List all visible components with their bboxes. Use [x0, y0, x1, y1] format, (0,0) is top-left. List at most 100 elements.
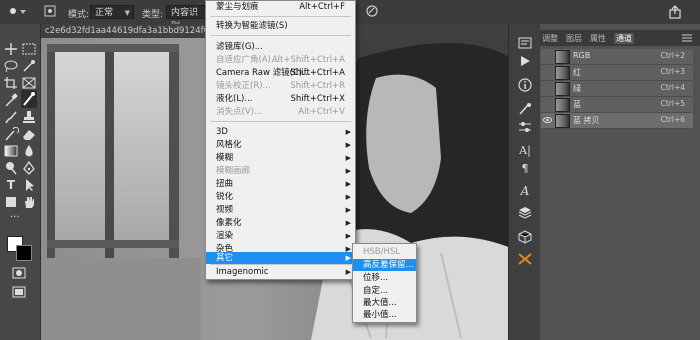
- menu-separator: [210, 35, 351, 36]
- channel-row-green[interactable]: 绿 Ctrl+4: [541, 81, 693, 97]
- tab-channels[interactable]: 通道: [614, 33, 634, 44]
- tab-adjustments[interactable]: 调整: [542, 33, 558, 44]
- history-brush-icon[interactable]: [3, 126, 20, 141]
- glyphs-icon[interactable]: A: [517, 184, 533, 198]
- lasso-tool-icon[interactable]: [3, 59, 19, 73]
- tab-layers[interactable]: 图层: [566, 33, 582, 44]
- eyedropper-icon[interactable]: [3, 93, 19, 107]
- channel-row-red[interactable]: 红 Ctrl+3: [541, 65, 693, 81]
- channel-shortcut: Ctrl+4: [660, 83, 685, 92]
- styles-icon[interactable]: [517, 206, 533, 220]
- submenu-arrow-icon: ▶: [345, 254, 351, 262]
- screen-mode-icon[interactable]: [12, 286, 26, 298]
- menu-item-filter-gallery[interactable]: 滤镜库(G)...: [206, 41, 355, 53]
- submenu-item-hsb-hsl[interactable]: HSB/HSL: [353, 246, 416, 258]
- blur-tool-icon[interactable]: [21, 144, 37, 158]
- submenu-item-maximum[interactable]: 最大值...: [353, 297, 416, 309]
- character-icon[interactable]: A|: [517, 144, 533, 158]
- menu-item-imagenomic[interactable]: Imagenomic ▶: [206, 266, 355, 278]
- tools-presets-icon[interactable]: [517, 252, 533, 266]
- background-color-swatch[interactable]: [16, 245, 32, 261]
- menu-item-vanishing-point[interactable]: 消失点(V)... Alt+Ctrl+V: [206, 106, 355, 118]
- menu-item-dust-scratches[interactable]: 蒙尘与划痕 Alt+Ctrl+F: [206, 1, 355, 13]
- mode-value: 正常: [95, 8, 114, 18]
- channel-row-blue-copy[interactable]: 蓝 拷贝 Ctrl+6: [541, 113, 693, 129]
- menu-separator: [210, 264, 351, 265]
- menu-item-3d[interactable]: 3D ▶: [206, 126, 355, 138]
- 3d-cube-icon[interactable]: [517, 230, 533, 244]
- channel-thumbnail: [555, 82, 570, 96]
- panel-menu-icon[interactable]: [682, 34, 692, 42]
- brush-preset-icon[interactable]: [8, 6, 18, 16]
- channel-name: 红: [573, 68, 581, 77]
- channel-thumbnail: [555, 98, 570, 112]
- channel-shortcut: Ctrl+2: [660, 51, 685, 60]
- play-actions-icon[interactable]: [517, 54, 533, 68]
- history-icon[interactable]: [517, 36, 533, 50]
- type-select[interactable]: 内容识别: [166, 5, 206, 32]
- tab-properties[interactable]: 属性: [590, 33, 606, 44]
- menu-item-blur[interactable]: 模糊 ▶: [206, 152, 355, 164]
- path-select-icon[interactable]: [21, 178, 37, 192]
- menu-item-sharpen[interactable]: 锐化 ▶: [206, 191, 355, 203]
- menu-item-convert-smart-filter[interactable]: 转换为智能滤镜(S): [206, 20, 355, 32]
- spot-healing-icon[interactable]: [21, 90, 37, 108]
- submenu-item-custom[interactable]: 自定...: [353, 285, 416, 297]
- channel-row-rgb[interactable]: RGB Ctrl+2: [541, 49, 693, 65]
- eraser-icon[interactable]: [21, 127, 37, 141]
- menu-item-pixelate[interactable]: 像素化 ▶: [206, 217, 355, 229]
- adjustments-icon[interactable]: [517, 120, 533, 134]
- move-tool-icon[interactable]: [3, 42, 19, 56]
- menu-item-blur-gallery[interactable]: 模糊画廊 ▶: [206, 165, 355, 177]
- clone-stamp-icon[interactable]: [21, 110, 37, 124]
- crop-tool-icon[interactable]: [3, 76, 19, 90]
- ellipsis-icon[interactable]: ···: [10, 213, 26, 227]
- channel-thumbnail: [555, 114, 570, 128]
- frame-tool-icon[interactable]: [21, 76, 37, 90]
- shape-tool-icon[interactable]: [3, 195, 19, 209]
- share-icon[interactable]: [668, 5, 682, 19]
- pressure-icon[interactable]: [366, 5, 378, 17]
- submenu-arrow-icon: ▶: [345, 232, 351, 240]
- chevron-down-icon[interactable]: [20, 8, 26, 14]
- menu-item-liquify[interactable]: 液化(L)... Shift+Ctrl+X: [206, 93, 355, 105]
- submenu-item-offset[interactable]: 位移...: [353, 272, 416, 284]
- submenu-arrow-icon: ▶: [345, 193, 351, 201]
- menu-item-stylize[interactable]: 风格化 ▶: [206, 139, 355, 151]
- dodge-tool-icon[interactable]: [3, 161, 19, 175]
- info-icon[interactable]: [517, 78, 533, 92]
- channel-name: 蓝: [573, 100, 581, 109]
- other-submenu: HSB/HSL 高反差保留... 位移... 自定... 最大值... 最小值.…: [352, 243, 417, 323]
- submenu-arrow-icon: ▶: [345, 206, 351, 214]
- menu-item-adaptive-wide-angle[interactable]: 自适应广角(A)... Alt+Shift+Ctrl+A: [206, 54, 355, 66]
- gradient-icon[interactable]: [3, 144, 19, 158]
- menu-item-render[interactable]: 渲染 ▶: [206, 230, 355, 242]
- submenu-item-high-pass[interactable]: 高反差保留...: [353, 259, 416, 271]
- menu-item-other[interactable]: 其它 ▶: [206, 252, 355, 264]
- mode-select[interactable]: 正常 ▼: [90, 5, 134, 19]
- marquee-tool-icon[interactable]: [21, 42, 37, 56]
- channel-row-blue[interactable]: 蓝 Ctrl+5: [541, 97, 693, 113]
- brush-tool-icon[interactable]: [3, 110, 19, 124]
- menu-item-video[interactable]: 视频 ▶: [206, 204, 355, 216]
- pen-tool-icon[interactable]: [21, 160, 37, 175]
- submenu-item-minimum[interactable]: 最小值...: [353, 309, 416, 321]
- type-tool-icon[interactable]: T: [3, 178, 19, 192]
- paragraph-icon[interactable]: ¶: [517, 162, 533, 176]
- menu-item-camera-raw[interactable]: Camera Raw 滤镜(C)... Shift+Ctrl+A: [206, 67, 355, 79]
- quick-select-icon[interactable]: [21, 59, 37, 73]
- channel-thumbnail: [555, 50, 570, 64]
- channel-thumbnail: [555, 66, 570, 80]
- tools-panel: T ···: [0, 24, 41, 340]
- chevron-down-icon: ▼: [124, 9, 130, 17]
- menu-item-lens-correction[interactable]: 镜头校正(R)... Shift+Ctrl+R: [206, 80, 355, 92]
- menu-item-distort[interactable]: 扭曲 ▶: [206, 178, 355, 190]
- channel-shortcut: Ctrl+6: [660, 115, 685, 124]
- channel-shortcut: Ctrl+3: [660, 67, 685, 76]
- visibility-eye-icon[interactable]: [543, 115, 552, 125]
- quick-mask-icon[interactable]: [12, 267, 26, 279]
- brush-settings-icon[interactable]: [44, 5, 56, 17]
- submenu-arrow-icon: ▶: [345, 268, 351, 276]
- hand-tool-icon[interactable]: [21, 195, 37, 209]
- brush-settings-panel-icon[interactable]: [517, 102, 533, 116]
